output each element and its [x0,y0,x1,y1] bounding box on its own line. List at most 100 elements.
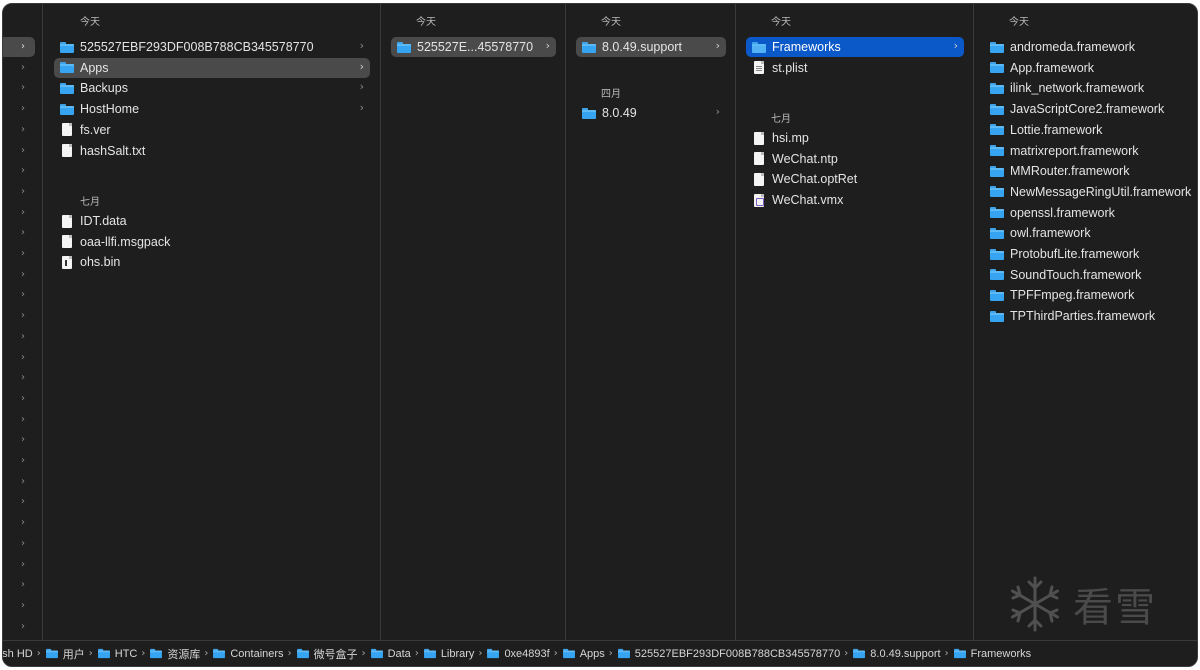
column-container-root[interactable]: 今天 525527EBF293DF008B788CB345578770 › Apps ›… [44,4,381,640]
watermark-text: 看雪 [1073,585,1157,631]
folder-item[interactable]: TPThirdParties.framework [984,306,1197,326]
collapsed-row-chevron[interactable]: › [3,472,35,492]
item-label: fs.ver [80,122,111,137]
folder-item[interactable]: andromeda.framework [984,37,1197,57]
file-item[interactable]: IDT.data [54,211,370,231]
breadcrumb-item[interactable]: Frameworks [953,648,1031,660]
file-item[interactable]: fs.ver [54,120,370,140]
collapsed-row-chevron[interactable]: › [3,555,35,575]
collapsed-row-chevron[interactable]: › [3,203,35,223]
file-item[interactable]: WeChat.ntp [746,149,964,169]
folder-item[interactable]: 8.0.49 › [576,103,726,123]
folder-item[interactable]: Lottie.framework [984,120,1197,140]
folder-icon [60,103,74,115]
file-item[interactable]: hashSalt.txt [54,141,370,161]
item-label: hashSalt.txt [80,143,146,158]
folder-item[interactable]: matrixreport.framework [984,141,1197,161]
section-header: 今天 [416,17,436,28]
breadcrumb-item[interactable]: 微号盒子 › [296,646,366,662]
folder-icon [60,82,74,94]
folder-item[interactable]: JavaScriptCore2.framework [984,99,1197,119]
breadcrumb-item[interactable]: 用户 › [45,646,93,662]
file-item[interactable]: hsi.mp [746,128,964,148]
collapsed-row-chevron[interactable]: › [3,265,35,285]
file-item[interactable]: ohs.bin [54,252,370,272]
column-support[interactable]: 今天 Frameworks › st.plist 七月 hsi.mp WeChat.ntp W… [736,4,974,640]
collapsed-row-chevron[interactable]: › [3,223,35,243]
collapsed-row-chevron[interactable]: › [3,534,35,554]
file-item[interactable]: WeChat.optRet [746,169,964,189]
watermark: 看雪 [1005,574,1157,634]
collapsed-row-chevron[interactable]: › [3,492,35,512]
item-label: 8.0.49.support [602,40,682,54]
folder-item[interactable]: openssl.framework [984,203,1197,223]
column-frameworks[interactable]: 今天 andromeda.framework App.framework ilink_… [974,4,1197,640]
breadcrumb-item[interactable]: 资源库 › [149,646,208,662]
folder-item[interactable]: 525527E...45578770 › [391,37,556,57]
collapsed-row-chevron[interactable]: › [3,58,35,78]
file-item[interactable]: WeChat.vmx [746,190,964,210]
document-icon [62,235,72,249]
collapsed-row-chevron[interactable]: › [3,451,35,471]
folder-item[interactable]: ProtobufLite.framework [984,244,1197,264]
collapsed-row-chevron[interactable]: › [3,410,35,430]
breadcrumb-label: tosh HD [3,647,33,660]
collapsed-row-chevron[interactable]: › [3,182,35,202]
folder-item[interactable]: NewMessageRingUtil.framework [984,182,1197,202]
collapsed-column[interactable]: ›››››››››››››››››››››››››››››› [3,4,43,640]
file-item[interactable]: st.plist [746,58,964,78]
folder-item[interactable]: HostHome › [54,99,370,119]
item-label: Apps [80,60,109,75]
collapsed-row-chevron[interactable]: › [3,430,35,450]
breadcrumb-item[interactable]: Containers › [212,647,292,660]
collapsed-row-chevron[interactable]: › [3,389,35,409]
collapsed-row-chevron[interactable]: › [3,37,35,57]
folder-icon [150,648,163,659]
item-label: owl.framework [1010,226,1091,241]
collapsed-row-chevron[interactable]: › [3,244,35,264]
folder-item[interactable]: TPFFmpeg.framework [984,285,1197,305]
breadcrumb-item[interactable]: HTC › [97,648,145,660]
breadcrumb-item[interactable]: Data › [370,648,419,660]
folder-item[interactable]: 8.0.49.support › [576,37,726,57]
collapsed-row-chevron[interactable]: › [3,120,35,140]
collapsed-row-chevron[interactable]: › [3,575,35,595]
column-app-bundle[interactable]: 今天 8.0.49.support › 四月 8.0.49 › [566,4,736,640]
folder-item[interactable]: SoundTouch.framework [984,265,1197,285]
collapsed-row-chevron[interactable]: › [3,513,35,533]
breadcrumb-item[interactable]: tosh HD› [3,648,41,660]
collapsed-row-chevron[interactable]: › [3,306,35,326]
collapsed-row-chevron[interactable]: › [3,348,35,368]
collapsed-row-chevron[interactable]: › [3,285,35,305]
collapsed-row-chevron[interactable]: › [3,596,35,616]
folder-item[interactable]: Apps › [54,57,370,78]
folder-item[interactable]: owl.framework [984,223,1197,243]
column-apps[interactable]: 今天 525527E...45578770 › [381,4,566,640]
breadcrumb-separator: › [36,648,41,659]
collapsed-row-chevron[interactable]: › [3,161,35,181]
collapsed-row-chevron[interactable]: › [3,78,35,98]
folder-item[interactable]: ilink_network.framework [984,78,1197,98]
folder-item[interactable]: Frameworks › [746,37,964,57]
folder-item[interactable]: MMRouter.framework [984,161,1197,181]
breadcrumb-item[interactable]: Apps › [562,648,613,660]
collapsed-row-chevron[interactable]: › [3,327,35,347]
breadcrumb-item[interactable]: 0xe4893f › [486,648,558,660]
breadcrumb-item[interactable]: 525527EBF293DF008B788CB345578770 › [617,648,848,660]
folder-item[interactable]: App.framework [984,58,1197,78]
collapsed-row-chevron[interactable]: › [3,99,35,119]
folder-item[interactable]: 525527EBF293DF008B788CB345578770 › [54,37,370,57]
item-label: matrixreport.framework [1010,143,1139,158]
collapsed-row-chevron[interactable]: › [3,368,35,388]
file-item[interactable]: oaa-llfi.msgpack [54,232,370,252]
breadcrumb-item[interactable]: Library › [423,648,482,660]
chevron-right-icon: › [359,101,364,115]
breadcrumb-label: Containers [230,647,284,660]
item-label: st.plist [772,60,808,75]
breadcrumb-item[interactable]: 8.0.49.support › [852,648,949,660]
collapsed-row-chevron[interactable]: › [3,617,35,637]
document-icon [754,131,764,145]
collapsed-row-chevron[interactable]: › [3,141,35,161]
folder-item[interactable]: Backups › [54,78,370,98]
document-icon [62,123,72,137]
